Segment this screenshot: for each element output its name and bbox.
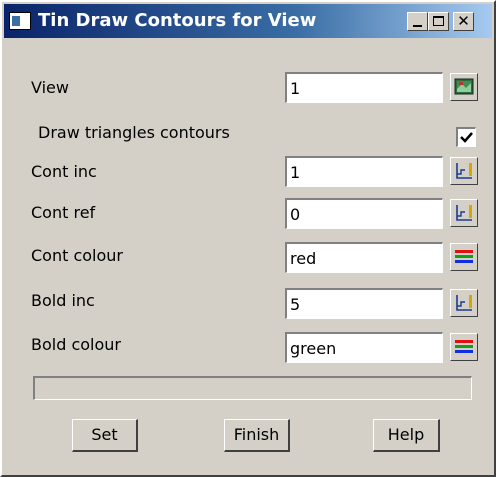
view-field[interactable]: 1 xyxy=(285,72,443,103)
draw-triangles-label: Draw triangles contours xyxy=(38,123,230,142)
cont-ref-picker-button[interactable] xyxy=(450,199,478,227)
minimize-button[interactable] xyxy=(407,12,428,31)
bold-colour-label: Bold colour xyxy=(31,335,121,354)
dialog-window: Tin Draw Contours for View ✕ View 1 Draw… xyxy=(0,0,496,477)
view-picker-button[interactable] xyxy=(450,73,478,101)
window-title: Tin Draw Contours for View xyxy=(38,10,317,31)
bold-inc-label: Bold inc xyxy=(31,291,95,310)
cont-ref-field[interactable]: 0 xyxy=(285,198,443,229)
maximize-button[interactable] xyxy=(428,12,449,31)
value-picker-icon xyxy=(456,295,472,311)
cont-inc-field[interactable]: 1 xyxy=(285,156,443,187)
bold-inc-picker-button[interactable] xyxy=(450,289,478,317)
check-icon xyxy=(460,132,473,143)
finish-button[interactable]: Finish xyxy=(224,419,290,452)
close-icon: ✕ xyxy=(457,12,470,30)
cont-colour-label: Cont colour xyxy=(31,246,123,265)
maximize-icon xyxy=(433,16,444,26)
colour-list-icon xyxy=(455,250,473,263)
close-button[interactable]: ✕ xyxy=(453,12,474,31)
cont-ref-label: Cont ref xyxy=(31,203,96,222)
bold-inc-field[interactable]: 5 xyxy=(285,288,443,319)
app-window-icon xyxy=(9,12,31,30)
help-button[interactable]: Help xyxy=(373,419,440,452)
cont-inc-label: Cont inc xyxy=(31,162,97,181)
colour-list-icon xyxy=(455,340,473,353)
bold-colour-list-button[interactable] xyxy=(450,333,478,361)
view-label: View xyxy=(31,78,69,97)
set-button[interactable]: Set xyxy=(72,419,138,452)
cont-colour-field[interactable]: red xyxy=(285,242,443,273)
cont-inc-picker-button[interactable] xyxy=(450,157,478,185)
status-bar xyxy=(33,376,472,400)
title-bar[interactable]: Tin Draw Contours for View ✕ xyxy=(4,4,492,38)
bold-colour-field[interactable]: green xyxy=(285,332,443,363)
cont-colour-list-button[interactable] xyxy=(450,243,478,271)
view-picker-icon xyxy=(454,78,474,95)
value-picker-icon xyxy=(456,205,472,221)
value-picker-icon xyxy=(456,163,472,179)
minimize-icon xyxy=(413,25,422,27)
draw-triangles-checkbox[interactable] xyxy=(456,127,476,147)
